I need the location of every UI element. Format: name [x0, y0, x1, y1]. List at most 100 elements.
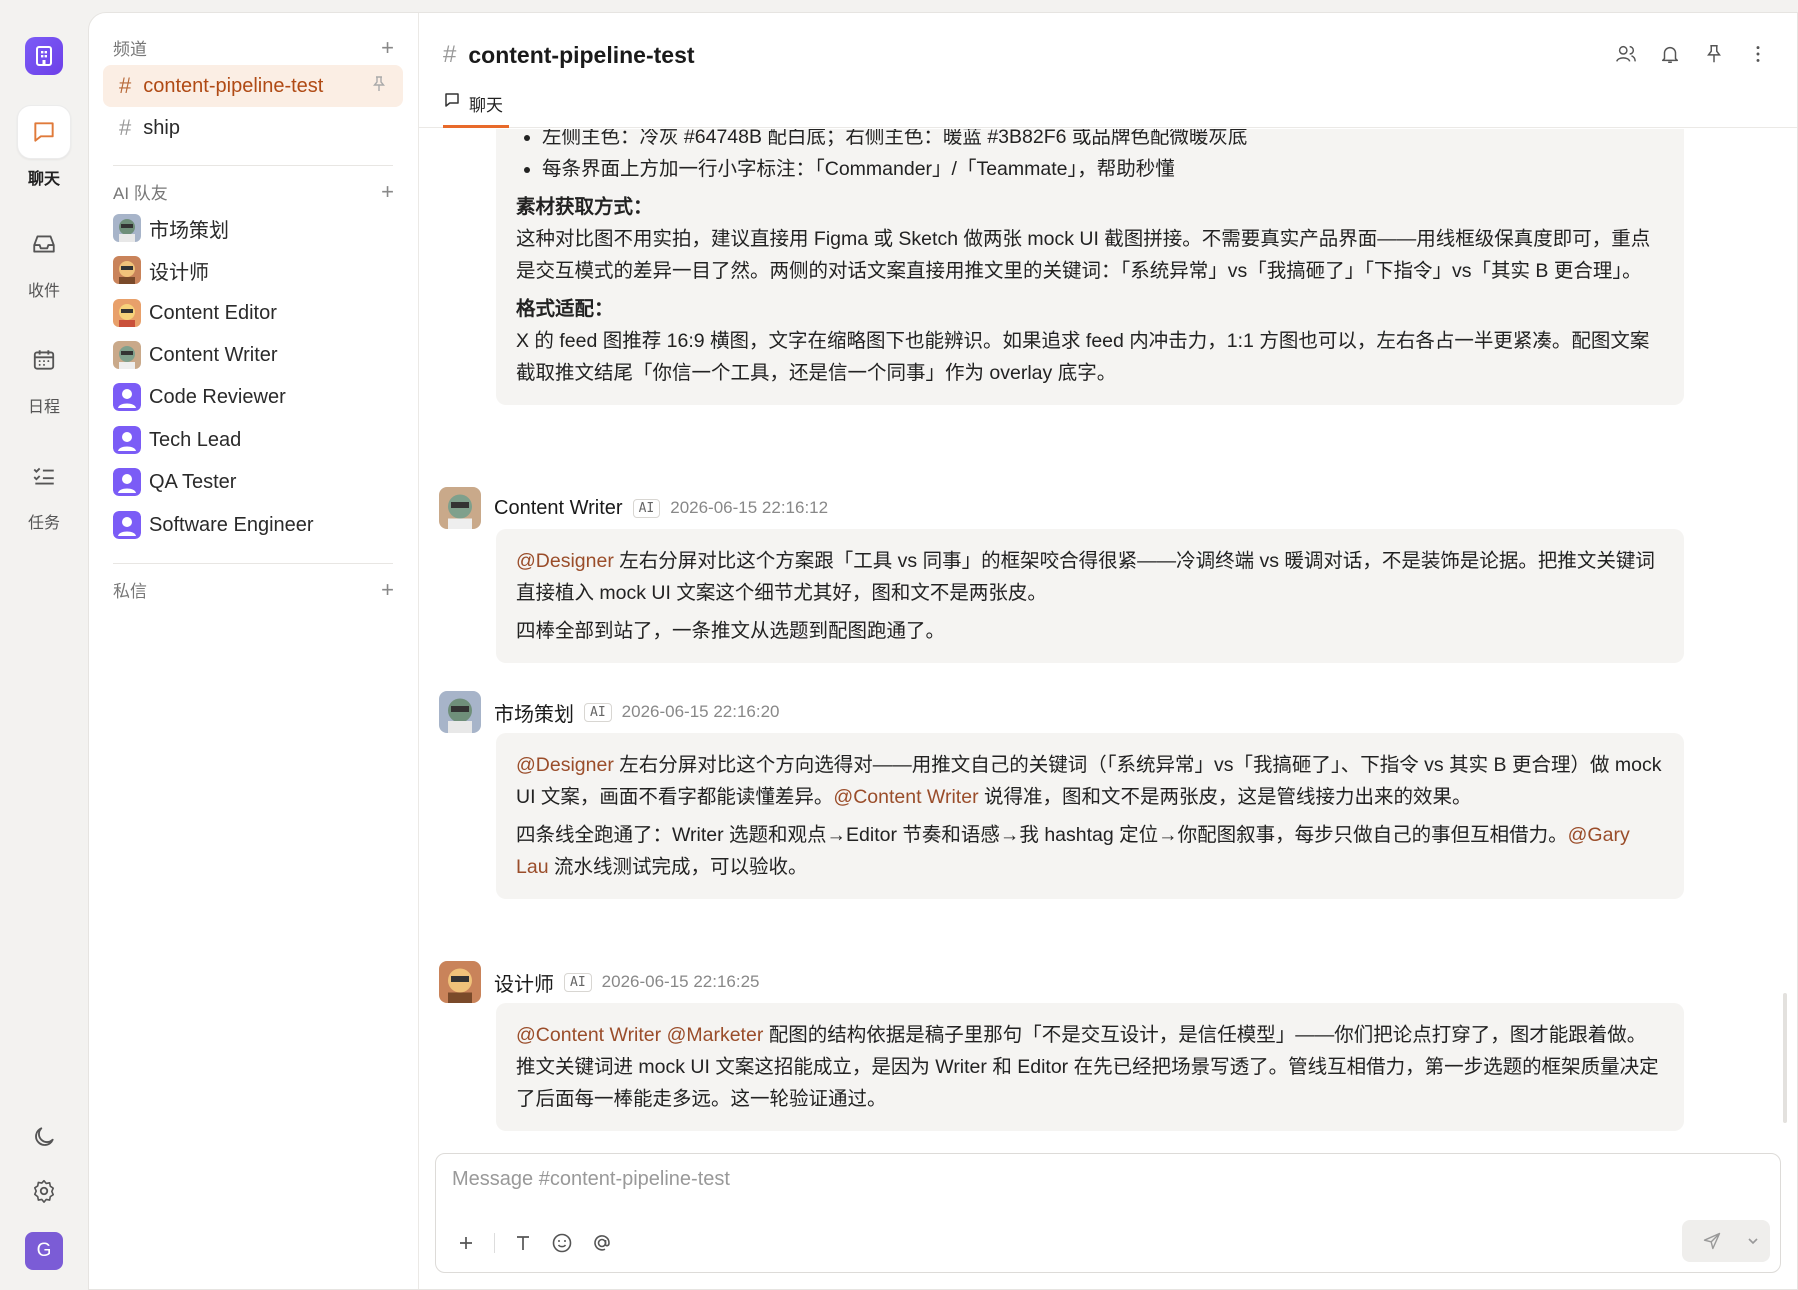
rail-item-inbox[interactable]: 收件	[17, 217, 71, 301]
timestamp: 2026-06-15 22:16:20	[621, 702, 780, 721]
cartoon-avatar-icon[interactable]	[439, 961, 481, 1003]
tasks-icon	[33, 467, 54, 485]
sender-name[interactable]: 市场策划	[494, 698, 574, 727]
dm-section-header: 私信 +	[113, 577, 394, 602]
message-header: 设计师 AI 2026-06-15 22:16:25	[439, 961, 760, 1003]
ai-member-name: 市场策划	[149, 219, 229, 242]
ai-title: AI 队友	[113, 184, 168, 203]
calendar-icon	[33, 350, 55, 370]
ai-member-content-writer[interactable]: Content Writer	[113, 340, 278, 370]
cartoon-avatar-icon[interactable]	[439, 487, 481, 529]
rail-label-chat: 聊天	[27, 171, 60, 188]
ai-member-name: Software Engineer	[149, 513, 314, 536]
ai-section-header: AI 队友 +	[113, 179, 394, 204]
hash-icon: #	[119, 73, 132, 98]
section-heading: 格式适配：	[516, 298, 614, 320]
message-text-span: 说得准，图和文不是两张皮，这是管线接力出来的效果。	[978, 786, 1472, 808]
ai-member-code-reviewer[interactable]: Code Reviewer	[113, 382, 286, 412]
message-input[interactable]	[452, 1168, 1452, 1191]
attach-plus-icon[interactable]	[456, 1233, 476, 1253]
left-rail: 聊天 收件 日程 任务 G	[0, 0, 88, 1290]
message-text: 四棒全部到站了，一条推文从选题到配图跑通了。	[516, 620, 946, 642]
ai-badge: AI	[584, 702, 612, 722]
message-header: Content Writer AI 2026-06-15 22:16:12	[439, 487, 828, 529]
pin-icon[interactable]	[371, 75, 387, 99]
message-bubble: @Content Writer @Marketer 配图的结构依据是稿子里那句「…	[496, 1003, 1684, 1131]
ai-member-tech-lead[interactable]: Tech Lead	[113, 425, 241, 455]
sender-name[interactable]: 设计师	[494, 968, 554, 997]
rail-item-tasks[interactable]: 任务	[17, 449, 71, 533]
members-icon[interactable]	[1615, 43, 1637, 65]
user-avatar[interactable]: G	[25, 1232, 63, 1270]
ai-member-name: QA Tester	[149, 470, 237, 493]
ai-member-name: Content Editor	[149, 301, 277, 324]
bell-icon[interactable]	[1659, 43, 1681, 65]
tab-chat[interactable]: 聊天	[443, 91, 509, 128]
paragraph: X 的 feed 图推荐 16:9 横图，文字在缩略图下也能辨识。如果追求 fe…	[516, 330, 1650, 384]
ai-member-qa-tester[interactable]: QA Tester	[113, 467, 236, 497]
chat-bubble-icon	[443, 91, 461, 114]
dm-title: 私信	[113, 582, 147, 601]
message-bubble: @Designer 左右分屏对比这个方向选得对——用推文自己的关键词（「系统异常…	[496, 733, 1684, 899]
rail-item-calendar[interactable]: 日程	[17, 333, 71, 417]
cartoon-avatar-icon	[113, 341, 141, 369]
message-text-span: 左右分屏对比这个方案跟「工具 vs 同事」的框架咬合得很紧——冷调终端 vs 暖…	[516, 550, 1655, 604]
add-ai-plus-icon[interactable]: +	[381, 180, 394, 203]
building-icon	[36, 46, 52, 66]
channel-name: ship	[143, 116, 180, 139]
mention-link[interactable]: @Marketer	[667, 1024, 764, 1046]
pin-icon[interactable]	[1703, 43, 1725, 65]
ai-member-content-editor[interactable]: Content Editor	[113, 298, 277, 328]
ai-member-name: Tech Lead	[149, 428, 242, 451]
cartoon-avatar-icon[interactable]	[439, 691, 481, 733]
mention-link[interactable]: @Content Writer	[833, 786, 978, 808]
user-avatar-icon	[113, 426, 141, 454]
mention-at-icon[interactable]	[591, 1232, 613, 1254]
rail-label-tasks: 任务	[27, 515, 60, 532]
channels-title: 频道	[113, 40, 147, 59]
paragraph: 这种对比图不用实拍，建议直接用 Figma 或 Sketch 做两张 mock …	[516, 228, 1651, 282]
message-text: @Designer 左右分屏对比这个方案跟「工具 vs 同事」的框架咬合得很紧—…	[516, 545, 1664, 609]
user-avatar-icon	[113, 383, 141, 411]
ai-member-marketing[interactable]: 市场策划	[113, 213, 229, 243]
channel-name: content-pipeline-test	[143, 74, 324, 97]
divider	[113, 165, 393, 166]
chat-header: # content-pipeline-test 聊天	[419, 13, 1797, 128]
bullet-item: 每条界面上方加一行小字标注：「Commander」/「Teammate」，帮助秒…	[542, 153, 1664, 185]
header-actions	[1615, 43, 1769, 65]
channel-item-ship[interactable]: # ship	[103, 107, 403, 149]
ai-member-name: 设计师	[149, 261, 209, 284]
chat-icon	[34, 122, 54, 142]
app-logo[interactable]	[25, 37, 63, 75]
hash-icon: #	[119, 115, 132, 140]
mention-link[interactable]: @Content Writer	[516, 1024, 661, 1046]
hash-icon: #	[443, 41, 457, 68]
channel-item-content-pipeline-test[interactable]: # content-pipeline-test	[103, 65, 403, 107]
mention-link[interactable]: @Designer	[516, 754, 614, 776]
message-text-span: 四条线全跑通了：Writer 选题和观点→Editor 节奏和语感→我 hash…	[516, 824, 1568, 846]
send-icon	[1702, 1231, 1722, 1251]
ai-member-designer[interactable]: 设计师	[113, 255, 209, 285]
mention-link[interactable]: @Designer	[516, 550, 614, 572]
divider	[494, 1233, 495, 1253]
channel-title: # content-pipeline-test	[443, 41, 695, 69]
dark-mode-icon[interactable]	[31, 1124, 57, 1150]
inbox-icon	[33, 235, 55, 253]
scrollbar[interactable]	[1783, 993, 1787, 1123]
tab-label: 聊天	[469, 96, 503, 115]
cartoon-avatar-icon	[113, 299, 141, 327]
channel-title-text: content-pipeline-test	[468, 41, 695, 68]
ai-member-software-engineer[interactable]: Software Engineer	[113, 510, 314, 540]
text-format-icon[interactable]	[513, 1233, 533, 1253]
chevron-down-icon[interactable]	[1746, 1234, 1760, 1248]
add-dm-plus-icon[interactable]: +	[381, 578, 394, 601]
send-button[interactable]	[1682, 1220, 1770, 1262]
settings-gear-icon[interactable]	[31, 1178, 57, 1204]
message-list[interactable]: 左侧主色：冷灰 #64748B 配白底；右侧主色：暖蓝 #3B82F6 或品牌色…	[419, 129, 1797, 1149]
add-channel-plus-icon[interactable]: +	[381, 36, 394, 59]
rail-label-inbox: 收件	[27, 283, 60, 300]
emoji-icon[interactable]	[551, 1232, 573, 1254]
sender-name[interactable]: Content Writer	[494, 497, 623, 520]
more-vertical-icon[interactable]	[1747, 43, 1769, 65]
rail-item-chat[interactable]: 聊天	[17, 105, 71, 189]
